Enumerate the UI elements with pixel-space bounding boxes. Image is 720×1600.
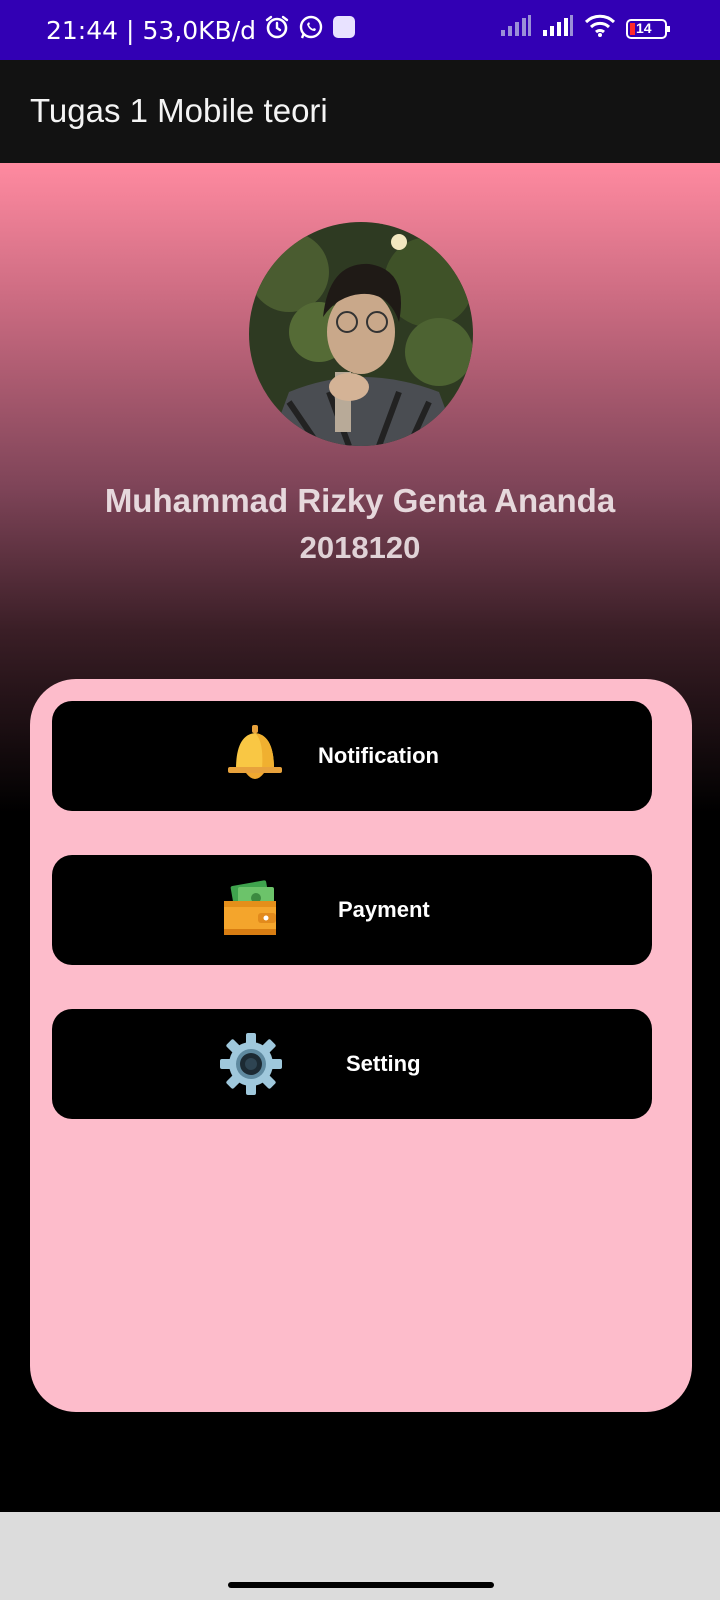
setting-button[interactable]: Setting (52, 1009, 652, 1119)
payment-button[interactable]: Payment (52, 855, 652, 965)
signal-icon-2 (542, 15, 574, 42)
app-notification-icon (332, 15, 356, 45)
notification-label: Notification (318, 743, 439, 768)
signal-icon (500, 15, 532, 42)
notification-button[interactable]: Notification (52, 701, 652, 811)
avatar (249, 222, 473, 446)
profile-name: Muhammad Rizky Genta Ananda (104, 482, 616, 519)
payment-label: Payment (338, 897, 430, 922)
status-left: 21:44 | 53,0KB/d (46, 14, 356, 46)
battery-icon: 14 (626, 18, 672, 40)
gear-icon (218, 1031, 284, 1097)
wallet-icon (218, 877, 284, 943)
app-title: Tugas 1 Mobile teori (30, 92, 328, 129)
wifi-icon (584, 14, 616, 43)
status-right: 14 (500, 14, 672, 43)
app-bar: Tugas 1 Mobile teori (0, 60, 720, 163)
status-time: 21:44 (46, 15, 119, 45)
student-id: 2018120 (299, 530, 421, 565)
battery-level: 14 (636, 19, 652, 36)
status-separator: | (126, 15, 135, 45)
menu-card: Notification Payment Setting (30, 679, 692, 1412)
status-network-speed: 53,0KB/d (142, 15, 256, 45)
bell-icon (222, 723, 288, 789)
whatsapp-icon (298, 14, 324, 46)
alarm-icon (264, 14, 290, 46)
home-indicator[interactable] (228, 1582, 494, 1588)
setting-label: Setting (346, 1051, 421, 1076)
status-bar: 21:44 | 53,0KB/d 14 (0, 0, 720, 60)
